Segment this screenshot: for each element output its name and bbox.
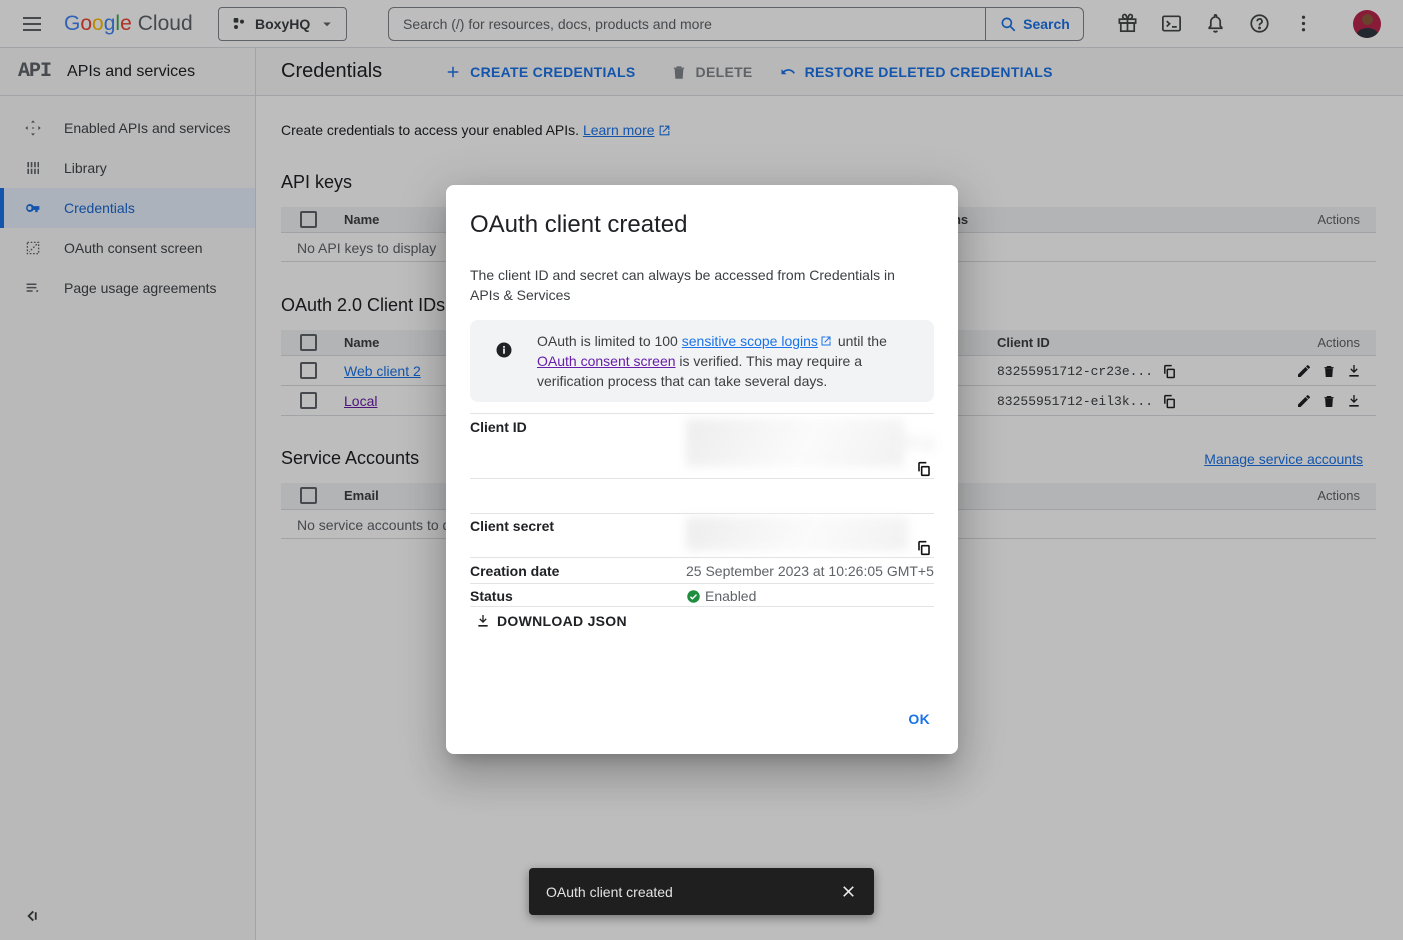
copy-client-secret-icon[interactable] [916,540,932,556]
download-icon [475,613,491,629]
info-banner: OAuth is limited to 100 sensitive scope … [470,320,934,402]
info-text-1: OAuth is limited to 100 [537,333,682,349]
status-value-line: Enabled [686,588,756,604]
external-link-icon [820,335,832,347]
dialog-body-text: The client ID and secret can always be a… [470,265,910,305]
status-value: Enabled [705,588,756,604]
creation-date-label: Creation date [470,563,559,579]
oauth-client-created-dialog: OAuth client created The client ID and s… [446,185,958,754]
client-id-label: Client ID [470,419,527,435]
info-banner-text: OAuth is limited to 100 sensitive scope … [537,331,919,391]
divider [470,583,934,584]
download-json-button[interactable]: DOWNLOAD JSON [475,613,627,629]
info-icon [495,341,513,359]
divider [470,513,934,514]
divider [470,557,934,558]
snackbar-toast: OAuth client created [529,868,874,915]
toast-close-icon[interactable] [839,882,858,901]
divider [470,606,934,607]
download-json-label: DOWNLOAD JSON [497,613,627,629]
creation-date-value: 25 September 2023 at 10:26:05 GMT+5 [686,563,934,579]
client-secret-label: Client secret [470,518,554,534]
client-id-redacted-value [686,419,904,467]
ok-button[interactable]: OK [898,705,940,733]
dialog-title: OAuth client created [470,211,687,239]
oauth-consent-screen-link[interactable]: OAuth consent screen [537,353,676,369]
toast-message: OAuth client created [546,884,673,900]
sensitive-scope-logins-link[interactable]: sensitive scope logins [682,333,818,349]
copy-client-id-icon[interactable] [916,461,932,477]
client-secret-redacted-value [686,517,908,551]
info-text-2: until the [834,333,887,349]
client-id-redacted-value [898,436,934,451]
divider [470,413,934,414]
status-check-icon [686,589,701,604]
divider [470,478,934,479]
status-label: Status [470,588,513,604]
